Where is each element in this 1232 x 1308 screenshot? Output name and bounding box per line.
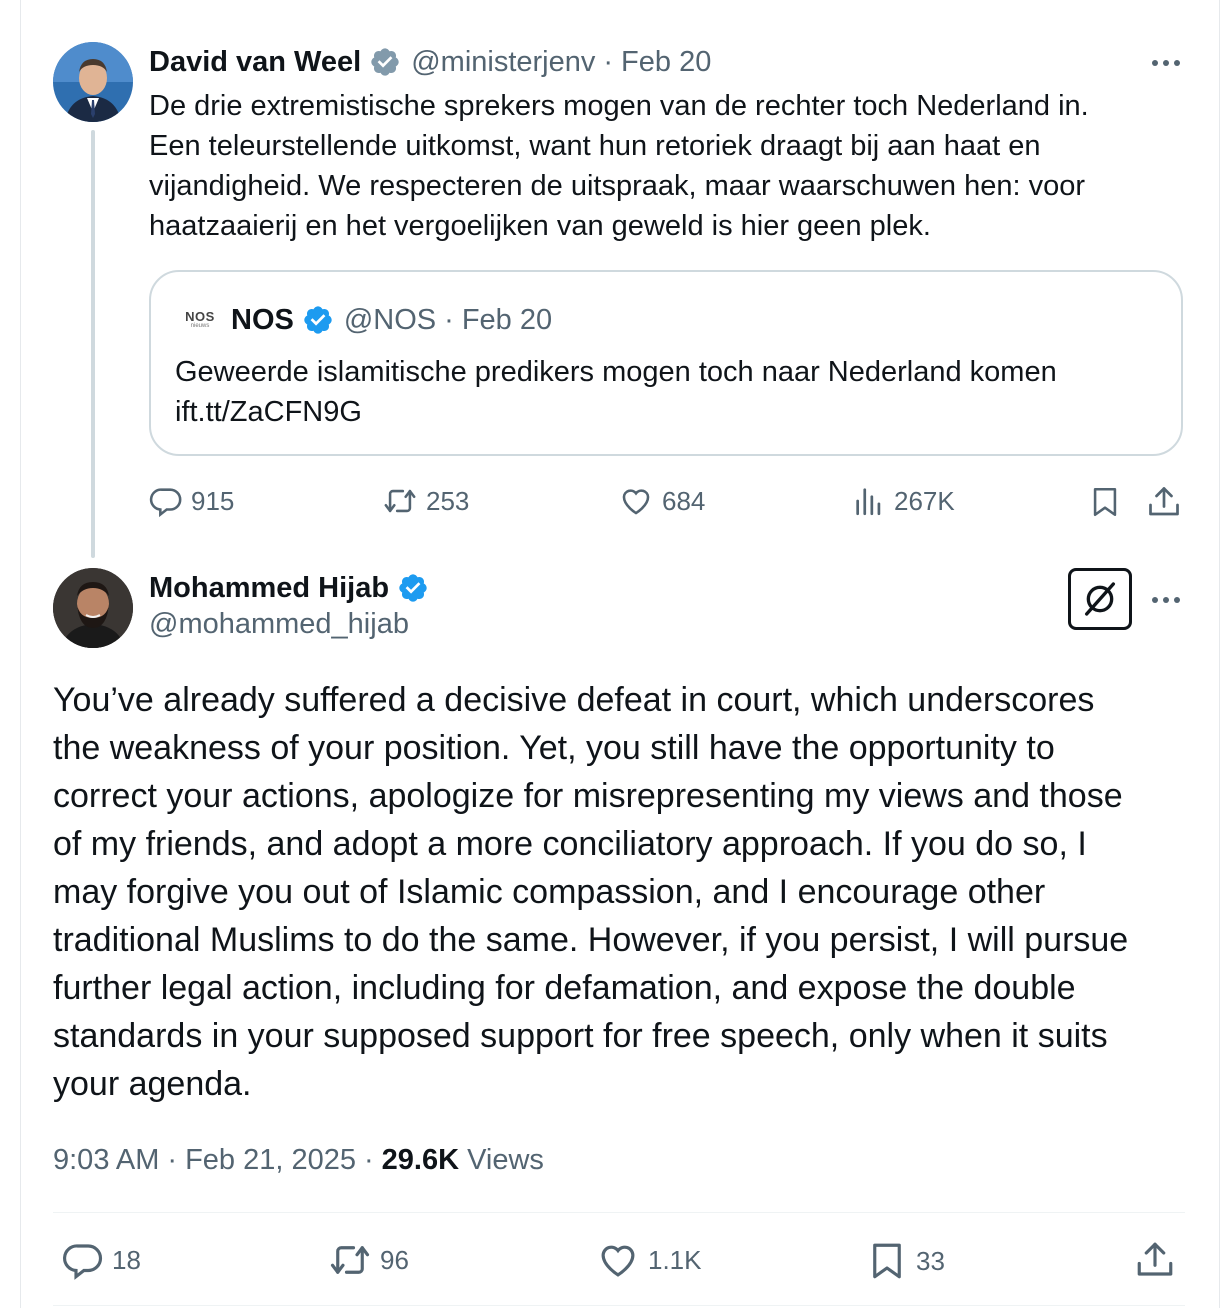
views-button[interactable]: 267K — [852, 484, 955, 518]
parent-tweet-text: De drie extremistische sprekers mogen va… — [149, 86, 1179, 246]
verified-badge-icon — [397, 572, 429, 604]
quote-header: NOS @NOS · Feb 20 — [231, 302, 552, 338]
repost-count: 253 — [426, 485, 470, 516]
tweet-text-line: vijandigheid. We respecteren de uitspraa… — [149, 170, 1086, 202]
tweet-text-line: correct your actions, apologize for misr… — [53, 777, 1123, 815]
grok-icon[interactable] — [1068, 568, 1132, 630]
bookmark-button[interactable]: 33 — [866, 1239, 945, 1283]
like-icon — [618, 484, 654, 518]
nos-logo-text: NOS — [185, 309, 215, 324]
tweet-text-line: standards in your supposed support for f… — [53, 1017, 1108, 1055]
author-name[interactable]: David van Weel — [149, 46, 361, 79]
parent-tweet-header: David van Weel @ministerjenv · Feb 20 — [149, 44, 711, 80]
main-tweet-text: You’ve already suffered a decisive defea… — [53, 676, 1203, 1108]
views-count: 29.6K — [381, 1143, 460, 1176]
separator-dot: · — [167, 1143, 178, 1176]
author-name[interactable]: Mohammed Hijab — [149, 572, 389, 605]
bookmark-icon — [866, 1239, 908, 1283]
like-button[interactable]: 684 — [618, 484, 705, 518]
reply-icon — [62, 1239, 104, 1281]
separator-dot: · — [364, 1143, 374, 1176]
share-icon[interactable] — [1146, 484, 1182, 525]
tweet-text-line: of my friends, and adopt a more concilia… — [53, 825, 1087, 863]
reply-count: 18 — [112, 1244, 141, 1275]
like-count: 1.1K — [648, 1244, 702, 1275]
repost-icon — [382, 484, 418, 518]
repost-icon — [328, 1239, 372, 1281]
views-label: Views — [467, 1143, 544, 1176]
quoted-tweet-card[interactable]: NOS nieuws NOS @NOS · Feb 20 Geweerde is… — [149, 270, 1183, 456]
tweet-time[interactable]: 9:03 AM — [53, 1144, 159, 1177]
main-tweet-header: Mohammed Hijab — [149, 570, 429, 606]
tweet-date[interactable]: Feb 20 — [621, 46, 711, 79]
share-icon[interactable] — [1134, 1239, 1176, 1286]
bookmark-count: 33 — [916, 1245, 945, 1276]
like-icon — [596, 1239, 640, 1281]
tweet-text-line: Een teleurstellende uitkomst, want hun r… — [149, 130, 1041, 162]
quote-author-name: NOS — [231, 303, 294, 336]
tweet-meta: 9:03 AM · Feb 21, 2025 · 29.6K Views — [53, 1140, 544, 1180]
tweet-text-line: further legal action, including for defa… — [53, 969, 1076, 1007]
thread-connector-line — [91, 130, 95, 558]
bookmark-icon[interactable] — [1088, 484, 1122, 525]
quote-date: Feb 20 — [461, 303, 553, 336]
quote-link[interactable]: ift.tt/ZaCFN9G — [175, 392, 1057, 432]
avatar-david-van-weel[interactable] — [53, 42, 133, 122]
tweet-text-line: your agenda. — [53, 1065, 252, 1103]
views-icon — [852, 484, 886, 518]
tweet-text-line: traditional Muslims to do the same. Howe… — [53, 921, 1129, 959]
views-count: 267K — [894, 485, 955, 516]
tweet-text-line: the weakness of your position. Yet, you … — [53, 729, 1055, 767]
reply-icon — [149, 484, 183, 518]
tweet-text-line: may forgive you out of Islamic compassio… — [53, 873, 1046, 911]
like-button[interactable]: 1.1K — [596, 1239, 702, 1281]
tweet-text-line: haatzaaierij en het vergoelijken van gew… — [149, 210, 931, 242]
nos-logo: NOS nieuws — [183, 310, 217, 329]
more-icon[interactable] — [1150, 56, 1182, 74]
reply-count: 915 — [191, 485, 235, 516]
verified-badge-icon — [369, 46, 401, 78]
quote-author-handle: @NOS — [343, 303, 437, 336]
tweet-text-line: De drie extremistische sprekers mogen va… — [149, 90, 1089, 122]
quote-text: Geweerde islamitische predikers mogen to… — [175, 352, 1057, 432]
author-handle[interactable]: @ministerjenv — [411, 46, 595, 79]
repost-button[interactable]: 253 — [382, 484, 469, 518]
separator-dot: · — [444, 303, 454, 336]
separator-dot: · — [603, 45, 614, 78]
quote-text-line: Geweerde islamitische predikers mogen to… — [175, 356, 1057, 388]
avatar-mohammed-hijab[interactable] — [53, 568, 133, 648]
tweet-date[interactable]: Feb 21, 2025 — [185, 1144, 356, 1177]
verified-badge-icon — [302, 304, 334, 336]
more-icon[interactable] — [1150, 593, 1182, 611]
like-count: 684 — [662, 485, 706, 516]
repost-count: 96 — [380, 1244, 409, 1275]
reply-button[interactable]: 18 — [62, 1239, 141, 1281]
reply-button[interactable]: 915 — [149, 484, 234, 518]
divider — [53, 1305, 1185, 1306]
author-handle[interactable]: @mohammed_hijab — [149, 608, 409, 641]
tweet-text-line: You’ve already suffered a decisive defea… — [53, 681, 1095, 719]
divider — [53, 1212, 1185, 1213]
repost-button[interactable]: 96 — [328, 1239, 409, 1281]
